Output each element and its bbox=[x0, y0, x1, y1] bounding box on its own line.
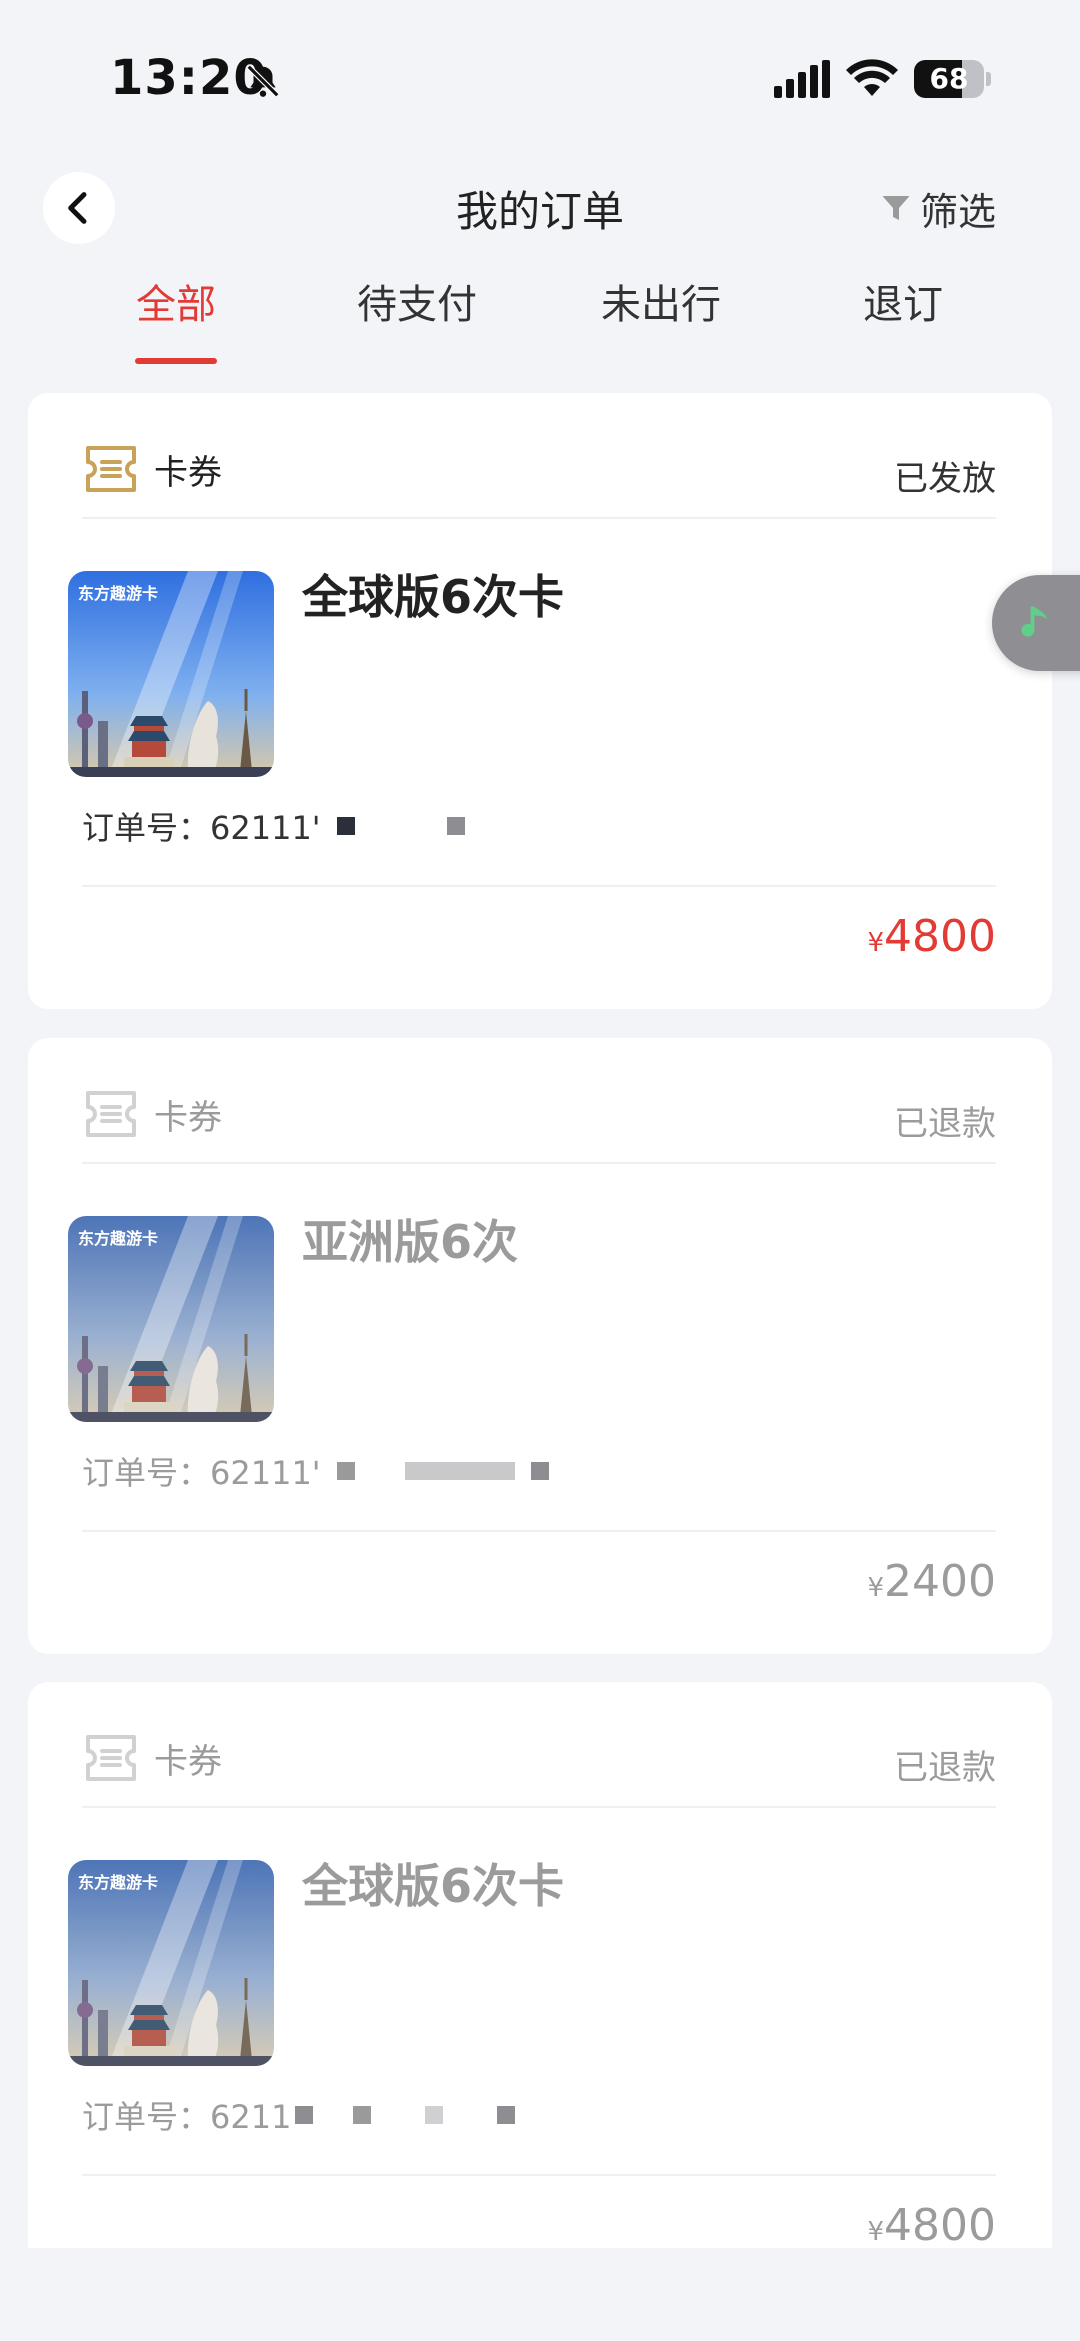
category-label: 卡券 bbox=[154, 1741, 222, 1782]
redaction-block bbox=[497, 2106, 516, 2124]
music-note-icon bbox=[1021, 606, 1048, 637]
product-name: 全球版6次卡 bbox=[302, 570, 565, 624]
redaction-block bbox=[336, 817, 355, 835]
divider bbox=[82, 1162, 996, 1164]
card-art-label: 东方趣游卡 bbox=[78, 1873, 158, 1892]
product-name: 亚洲版6次 bbox=[302, 1215, 519, 1269]
wifi-icon bbox=[846, 59, 898, 96]
order-number: 订单号：6211 bbox=[82, 2092, 516, 2138]
price-value: 2400 bbox=[884, 1556, 996, 1607]
card-artwork: 东方趣游卡 bbox=[68, 571, 274, 777]
ticket-icon bbox=[86, 1735, 136, 1781]
funnel-icon bbox=[882, 196, 910, 220]
product-thumbnail: 东方趣游卡 bbox=[68, 1216, 274, 1422]
currency-symbol: ¥ bbox=[867, 928, 885, 958]
tab-refund[interactable]: 退订 bbox=[803, 272, 1003, 330]
filter-label: 筛选 bbox=[920, 189, 997, 234]
card-header: 卡券 bbox=[82, 439, 222, 499]
order-card[interactable]: 卡券 已发放 东方趣游卡 全球版6次卡 订单号：62111' ¥4800 bbox=[28, 393, 1052, 1009]
redaction-block bbox=[353, 2106, 372, 2124]
tab-all[interactable]: 全部 bbox=[76, 272, 276, 330]
price-value: 4800 bbox=[884, 2200, 996, 2251]
redaction-block bbox=[295, 2106, 314, 2124]
tab-not-traveled[interactable]: 未出行 bbox=[561, 272, 761, 330]
divider bbox=[82, 1806, 996, 1808]
order-card[interactable]: 卡券 已退款 东 bbox=[28, 1682, 1052, 2251]
battery-cap bbox=[986, 72, 991, 86]
battery-indicator: 68 bbox=[914, 60, 991, 98]
music-float-button[interactable] bbox=[992, 575, 1080, 671]
filter-button[interactable]: 筛选 bbox=[878, 182, 996, 234]
order-number-text: 订单号：6211 bbox=[82, 2098, 292, 2136]
card-art-label: 东方趣游卡 bbox=[78, 584, 158, 603]
redaction-block bbox=[336, 1462, 355, 1480]
divider bbox=[82, 885, 996, 887]
order-card[interactable]: 卡券 已退款 东 bbox=[28, 1038, 1052, 1654]
bell-muted-icon bbox=[246, 64, 280, 98]
tab-active-indicator bbox=[135, 358, 217, 364]
card-header: 卡券 bbox=[82, 1728, 222, 1788]
order-price: ¥4800 bbox=[867, 911, 996, 962]
product-thumbnail: 东方趣游卡 bbox=[68, 571, 274, 777]
order-number-text: 订单号：62111' bbox=[82, 1454, 321, 1492]
order-price: ¥4800 bbox=[867, 2200, 996, 2251]
status-badge: 已退款 bbox=[894, 1748, 996, 1788]
card-art-label: 东方趣游卡 bbox=[78, 1229, 158, 1248]
ticket-icon bbox=[86, 446, 136, 492]
product-name: 全球版6次卡 bbox=[302, 1859, 565, 1913]
order-tabs: 全部 待支付 未出行 退订 bbox=[0, 272, 1080, 368]
currency-symbol: ¥ bbox=[867, 1573, 885, 1603]
order-number: 订单号：62111' bbox=[82, 803, 465, 849]
redaction-block bbox=[425, 2106, 444, 2124]
status-badge: 已退款 bbox=[894, 1104, 996, 1144]
order-price: ¥2400 bbox=[867, 1556, 996, 1607]
redaction-block bbox=[530, 1462, 549, 1480]
currency-symbol: ¥ bbox=[867, 2217, 885, 2247]
order-number: 订单号：62111' bbox=[82, 1448, 549, 1494]
product-thumbnail: 东方趣游卡 bbox=[68, 1860, 274, 2066]
status-bar: 13:20 68 bbox=[0, 0, 1080, 150]
ticket-icon bbox=[86, 1091, 136, 1137]
card-artwork: 东方趣游卡 bbox=[68, 1216, 274, 1422]
status-badge: 已发放 bbox=[894, 459, 996, 499]
divider bbox=[82, 517, 996, 519]
divider bbox=[82, 1530, 996, 1532]
card-header: 卡券 bbox=[82, 1084, 222, 1144]
battery-percent: 68 bbox=[929, 62, 969, 95]
redaction-block bbox=[404, 1462, 515, 1480]
tab-pending-payment[interactable]: 待支付 bbox=[317, 272, 517, 330]
price-value: 4800 bbox=[884, 911, 996, 962]
category-label: 卡券 bbox=[154, 1097, 222, 1138]
cellular-signal-icon bbox=[774, 60, 830, 98]
order-number-text: 订单号：62111' bbox=[82, 809, 321, 847]
divider bbox=[82, 2174, 996, 2176]
category-label: 卡券 bbox=[154, 452, 222, 493]
redaction-block bbox=[446, 817, 465, 835]
card-artwork: 东方趣游卡 bbox=[68, 1860, 274, 2066]
